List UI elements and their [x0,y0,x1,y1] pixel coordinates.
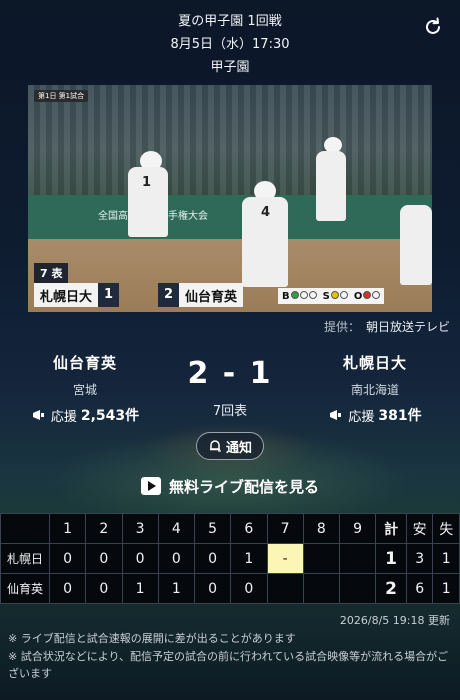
inning-cell: 0 [230,573,268,604]
inning-cell [302,543,341,574]
ball-label: B [282,290,317,302]
inning-cell: 0 [85,543,123,574]
scoreboard-header-row: 1 2 3 4 5 6 7 8 9 計 安 失 [0,513,460,544]
player-number: 1 [142,175,152,190]
inning-cell: 0 [48,543,87,574]
home-cheer-count: 2,543件 [80,408,140,424]
inning-cell: 0 [48,573,87,604]
current-inning-cell: - [266,543,304,574]
home-team: 仙台育英 宮城 応援 2,543件 [20,352,150,425]
hits: 3 [405,543,434,574]
header-cell: 1 [48,513,87,544]
strike-label: S [323,290,348,302]
outfield-wall [28,195,432,239]
bell-plus-icon [209,440,221,452]
total-runs: 1 [375,543,407,574]
home-cheer-label: 応援 [50,409,77,425]
scoreboard-row-home: 仙育英 0 0 1 1 0 0 2 6 1 [0,573,460,604]
out-label: O [354,290,381,302]
provider-name: 朝日放送テレビ [365,320,450,334]
header-cell: 安 [405,513,434,544]
scoreboard-row-away: 札幌日 0 0 0 0 0 1 - 1 3 1 [0,543,460,574]
notify-label: 通知 [225,440,252,456]
header-cell: 5 [193,513,232,544]
row-team: 仙育英 [0,573,50,604]
inning-cell: 1 [157,573,196,604]
video-inning: 7 表 [34,263,69,283]
notify-button[interactable]: 通知 [196,432,264,460]
match-venue: 甲子園 [210,60,250,75]
header-cell: 7 [266,513,304,544]
inning-cell [302,573,341,604]
megaphone-icon [32,410,44,420]
match-score: 2 - 1 [187,356,273,391]
video-team-b: 仙台育英 [185,289,238,305]
errors: 1 [432,543,460,574]
inning-cell: 0 [193,573,232,604]
inning-cell: 0 [193,543,232,574]
match-datetime: 8月5日（水）17:30 [170,37,290,52]
away-cheer-button[interactable]: 応援 381件 [310,405,440,425]
video-team-a: 札幌日大 [40,289,93,305]
match-title: 夏の甲子園 1回戦 [178,14,282,29]
watch-live-button[interactable]: 無料ライブ配信を見る [130,474,330,498]
play-icon [140,477,161,495]
header-cell: 3 [121,513,159,544]
player-number: 4 [261,205,271,220]
away-cheer-label: 応援 [348,409,375,425]
inning-cell [266,573,304,604]
last-updated: 2026/8/5 19:18 更新 [339,614,450,627]
row-team: 札幌日 [0,543,50,574]
total-runs: 2 [375,573,407,604]
inning-cell [338,573,377,604]
hits: 6 [405,573,434,604]
header-cell [0,513,50,544]
header: 夏の甲子園 1回戦 8月5日（水）17:30 甲子園 [0,0,460,80]
header-cell: 失 [432,513,460,544]
home-cheer-button[interactable]: 応援 2,543件 [20,405,150,425]
video-score-a: 1 [98,283,120,307]
header-cell: 9 [338,513,377,544]
player-runner [400,205,432,285]
inning-cell: 1 [121,573,159,604]
megaphone-icon [330,410,342,420]
header-cell: 計 [375,513,407,544]
home-team-prefecture: 宮城 [72,383,97,397]
away-team-name: 札幌日大 [342,354,407,372]
player-batter [316,151,346,221]
inning-cell [338,543,377,574]
header-cell: 6 [230,513,268,544]
scoreboard: 1 2 3 4 5 6 7 8 9 計 安 失 札幌日 0 0 0 0 0 1 … [0,513,460,604]
video-score-team-b: 2 仙台育英 [158,283,244,307]
errors: 1 [432,573,460,604]
game-badge: 第1日 第1試合 [34,90,89,102]
away-team-prefecture: 南北海道 [350,383,399,397]
refresh-button[interactable] [422,16,444,38]
video-score-team-a: 札幌日大 1 [34,283,120,307]
video-score-b: 2 [158,283,180,307]
notice-text: ※ 試合状況などにより、配信予定の試合の前に行われている試合映像等が流れる場合が… [8,650,449,680]
header-cell: 8 [302,513,341,544]
video-provider: 提供： 朝日放送テレビ [324,318,450,335]
watch-live-label: 無料ライブ配信を見る [168,477,319,496]
refresh-icon [426,17,440,34]
inning-cell: 0 [121,543,159,574]
inning-cell: 0 [157,543,196,574]
video-bso-count: B S O [278,288,385,304]
crowd-stands [28,85,432,195]
provider-label: 提供： [323,320,360,334]
notice-text: ※ ライブ配信と試合速報の展開に差が出ることがあります [8,632,296,645]
inning-cell: 1 [230,543,268,574]
home-team-name: 仙台育英 [52,354,117,372]
header-cell: 4 [157,513,196,544]
live-video-player[interactable]: 全国高校野球選手権大会 第1日 第1試合 1 4 7 表 札幌日大 1 2 仙台… [28,85,432,312]
inning-cell: 0 [85,573,123,604]
header-cell: 2 [85,513,123,544]
inning-status: 7回表 [212,404,248,419]
away-team: 札幌日大 南北海道 応援 381件 [310,352,440,425]
away-cheer-count: 381件 [378,408,422,424]
